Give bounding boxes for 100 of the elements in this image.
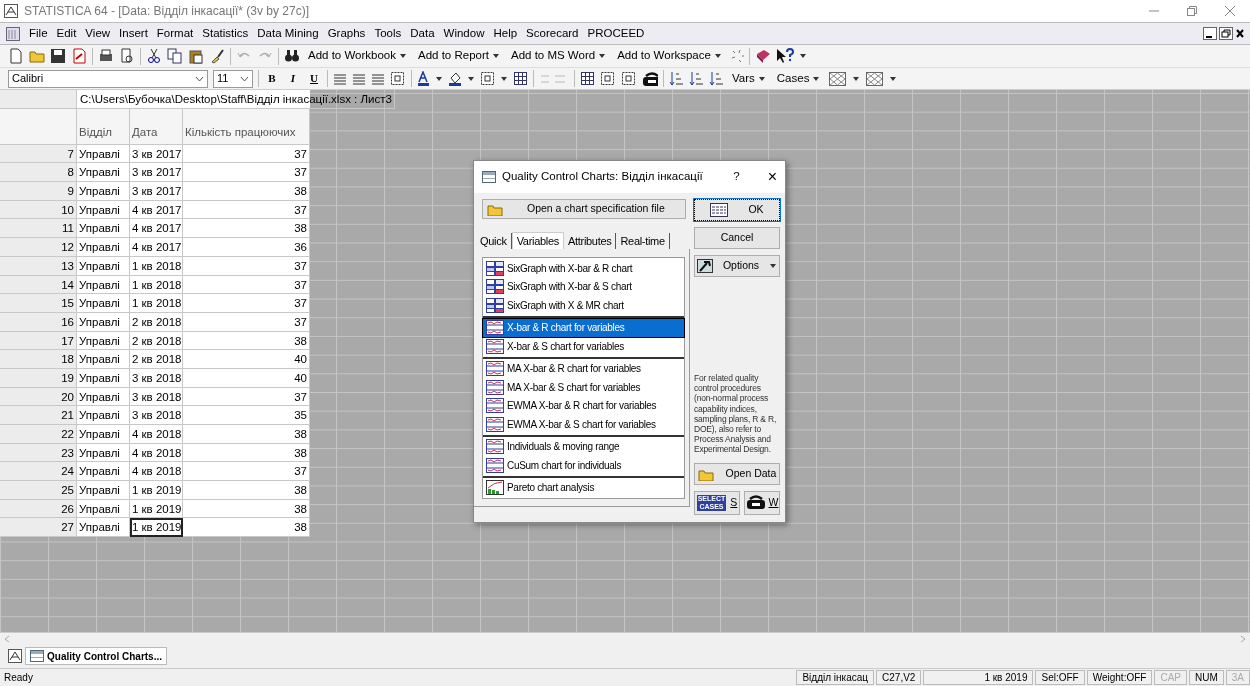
- toolbar-dropdown[interactable]: Add to MS Word: [508, 47, 610, 65]
- column-header[interactable]: Відділ: [77, 108, 130, 145]
- help-button[interactable]: ?: [733, 168, 740, 186]
- weight-icon[interactable]: [642, 71, 658, 86]
- font-color-icon[interactable]: [417, 70, 430, 87]
- caret-icon[interactable]: [435, 74, 443, 83]
- font-field[interactable]: Calibri: [8, 69, 208, 88]
- underline-button[interactable]: U: [306, 70, 322, 87]
- new-document-icon[interactable]: [8, 48, 24, 64]
- menu-item[interactable]: File: [29, 24, 48, 43]
- row-number[interactable]: 11: [0, 219, 77, 239]
- row-number[interactable]: 18: [0, 350, 77, 369]
- column-header[interactable]: Дата: [130, 108, 183, 145]
- bold-button[interactable]: B: [264, 70, 280, 87]
- list-item[interactable]: EWMA X-bar & S chart for variables: [483, 415, 684, 434]
- menu-item[interactable]: PROCEED: [587, 24, 645, 43]
- list-item[interactable]: SixGraph with X-bar & R chart: [483, 259, 684, 278]
- menu-item[interactable]: Help: [493, 24, 518, 43]
- binoculars-icon[interactable]: [284, 48, 300, 64]
- row-number[interactable]: 8: [0, 163, 77, 183]
- sort-icon[interactable]: [669, 71, 684, 86]
- list-item[interactable]: Individuals & moving range: [483, 437, 684, 456]
- row-number[interactable]: 22: [0, 425, 77, 444]
- print-preview-icon[interactable]: [119, 48, 135, 64]
- grid-icon[interactable]: [580, 71, 595, 86]
- options-button[interactable]: Options: [694, 255, 780, 277]
- menu-item[interactable]: Data Mining: [257, 24, 319, 43]
- close-icon[interactable]: [1236, 27, 1244, 40]
- caret-icon[interactable]: [500, 74, 508, 83]
- toolbar-dropdown[interactable]: Cases: [773, 69, 824, 88]
- row-number[interactable]: 9: [0, 182, 77, 201]
- app-logo-icon[interactable]: [8, 649, 22, 663]
- save-icon[interactable]: [50, 48, 66, 64]
- restore-icon[interactable]: [1219, 27, 1234, 40]
- pattern-icon[interactable]: [828, 70, 848, 87]
- list-item[interactable]: X-bar & R chart for variables: [483, 318, 684, 337]
- row-number[interactable]: 12: [0, 238, 77, 257]
- row-number[interactable]: 27: [0, 518, 77, 538]
- grid-icon[interactable]: [513, 71, 528, 86]
- brush-icon[interactable]: [209, 48, 225, 64]
- menu-item[interactable]: Tools: [374, 24, 402, 43]
- print-icon[interactable]: [98, 48, 114, 64]
- close-button[interactable]: ×: [767, 165, 777, 189]
- toolbar-dropdown[interactable]: Add to Workspace: [614, 47, 725, 65]
- align-center-icon[interactable]: [352, 71, 366, 86]
- toolbar-dropdown[interactable]: Add to Report: [415, 47, 503, 65]
- list-item[interactable]: SixGraph with X & MR chart: [483, 296, 684, 315]
- toolbar-dropdown[interactable]: Vars: [729, 69, 769, 88]
- paste-icon[interactable]: [188, 48, 204, 64]
- cut-icon[interactable]: [146, 48, 162, 64]
- caret-icon[interactable]: [467, 74, 475, 83]
- align-left-icon[interactable]: [333, 71, 347, 86]
- align-right-icon[interactable]: [371, 71, 385, 86]
- book-icon[interactable]: [754, 48, 771, 64]
- menu-item[interactable]: Data: [410, 24, 435, 43]
- menu-item[interactable]: Scorecard: [526, 24, 579, 43]
- pattern-icon[interactable]: [865, 70, 885, 87]
- menu-item[interactable]: Window: [443, 24, 485, 43]
- caret-icon[interactable]: [852, 74, 861, 83]
- list-item[interactable]: MA X-bar & S chart for variables: [483, 378, 684, 397]
- cancel-button[interactable]: Cancel: [694, 227, 780, 249]
- fill-color-icon[interactable]: [448, 70, 462, 87]
- menu-item[interactable]: Format: [156, 24, 194, 43]
- menu-item[interactable]: Statistics: [202, 24, 249, 43]
- table-cell: 37: [183, 387, 310, 407]
- taskbar-item[interactable]: Quality Control Charts...: [25, 647, 167, 665]
- open-data-button[interactable]: Open Data: [694, 462, 780, 485]
- ok-button[interactable]: OK: [694, 199, 780, 221]
- row-number[interactable]: 21: [0, 406, 77, 425]
- caret-icon[interactable]: [889, 74, 898, 83]
- help-pointer-icon[interactable]: [775, 48, 794, 64]
- row-number[interactable]: 24: [0, 462, 77, 482]
- menu-item[interactable]: Graphs: [327, 24, 366, 43]
- menu-item[interactable]: Insert: [119, 24, 148, 43]
- sparkle-icon[interactable]: [729, 48, 744, 64]
- open-spec-button[interactable]: Open a chart specification file: [482, 199, 686, 219]
- border-icon[interactable]: [480, 71, 495, 86]
- copy-icon[interactable]: [167, 48, 183, 64]
- italic-button[interactable]: I: [285, 70, 301, 87]
- list-item[interactable]: Pareto chart analysis: [483, 478, 684, 497]
- column-header[interactable]: Кількість працюючих: [183, 108, 310, 145]
- list-item[interactable]: X-bar & S chart for variables: [483, 337, 684, 356]
- menu-item[interactable]: View: [85, 24, 111, 43]
- caret-icon[interactable]: [798, 52, 807, 60]
- sort-icon[interactable]: [689, 71, 704, 86]
- tab[interactable]: Variables: [511, 231, 564, 249]
- list-item[interactable]: EWMA X-bar & R chart for variables: [483, 396, 684, 415]
- sort-icon[interactable]: [709, 71, 724, 86]
- row-number[interactable]: 25: [0, 481, 77, 500]
- toolbar-dropdown[interactable]: Add to Workbook: [305, 47, 410, 65]
- list-item[interactable]: CuSum chart for individuals: [483, 456, 684, 475]
- weight-button[interactable]: W: [744, 490, 780, 515]
- row-number[interactable]: 15: [0, 294, 77, 313]
- open-folder-icon[interactable]: [29, 48, 45, 64]
- list-item[interactable]: MA X-bar & R chart for variables: [483, 359, 684, 378]
- list-item[interactable]: SixGraph with X-bar & S chart: [483, 277, 684, 296]
- menu-item[interactable]: Edit: [56, 24, 77, 43]
- pdf-icon[interactable]: [71, 48, 87, 64]
- font-size-field[interactable]: 11: [213, 69, 253, 88]
- minimize-icon[interactable]: [1202, 27, 1217, 40]
